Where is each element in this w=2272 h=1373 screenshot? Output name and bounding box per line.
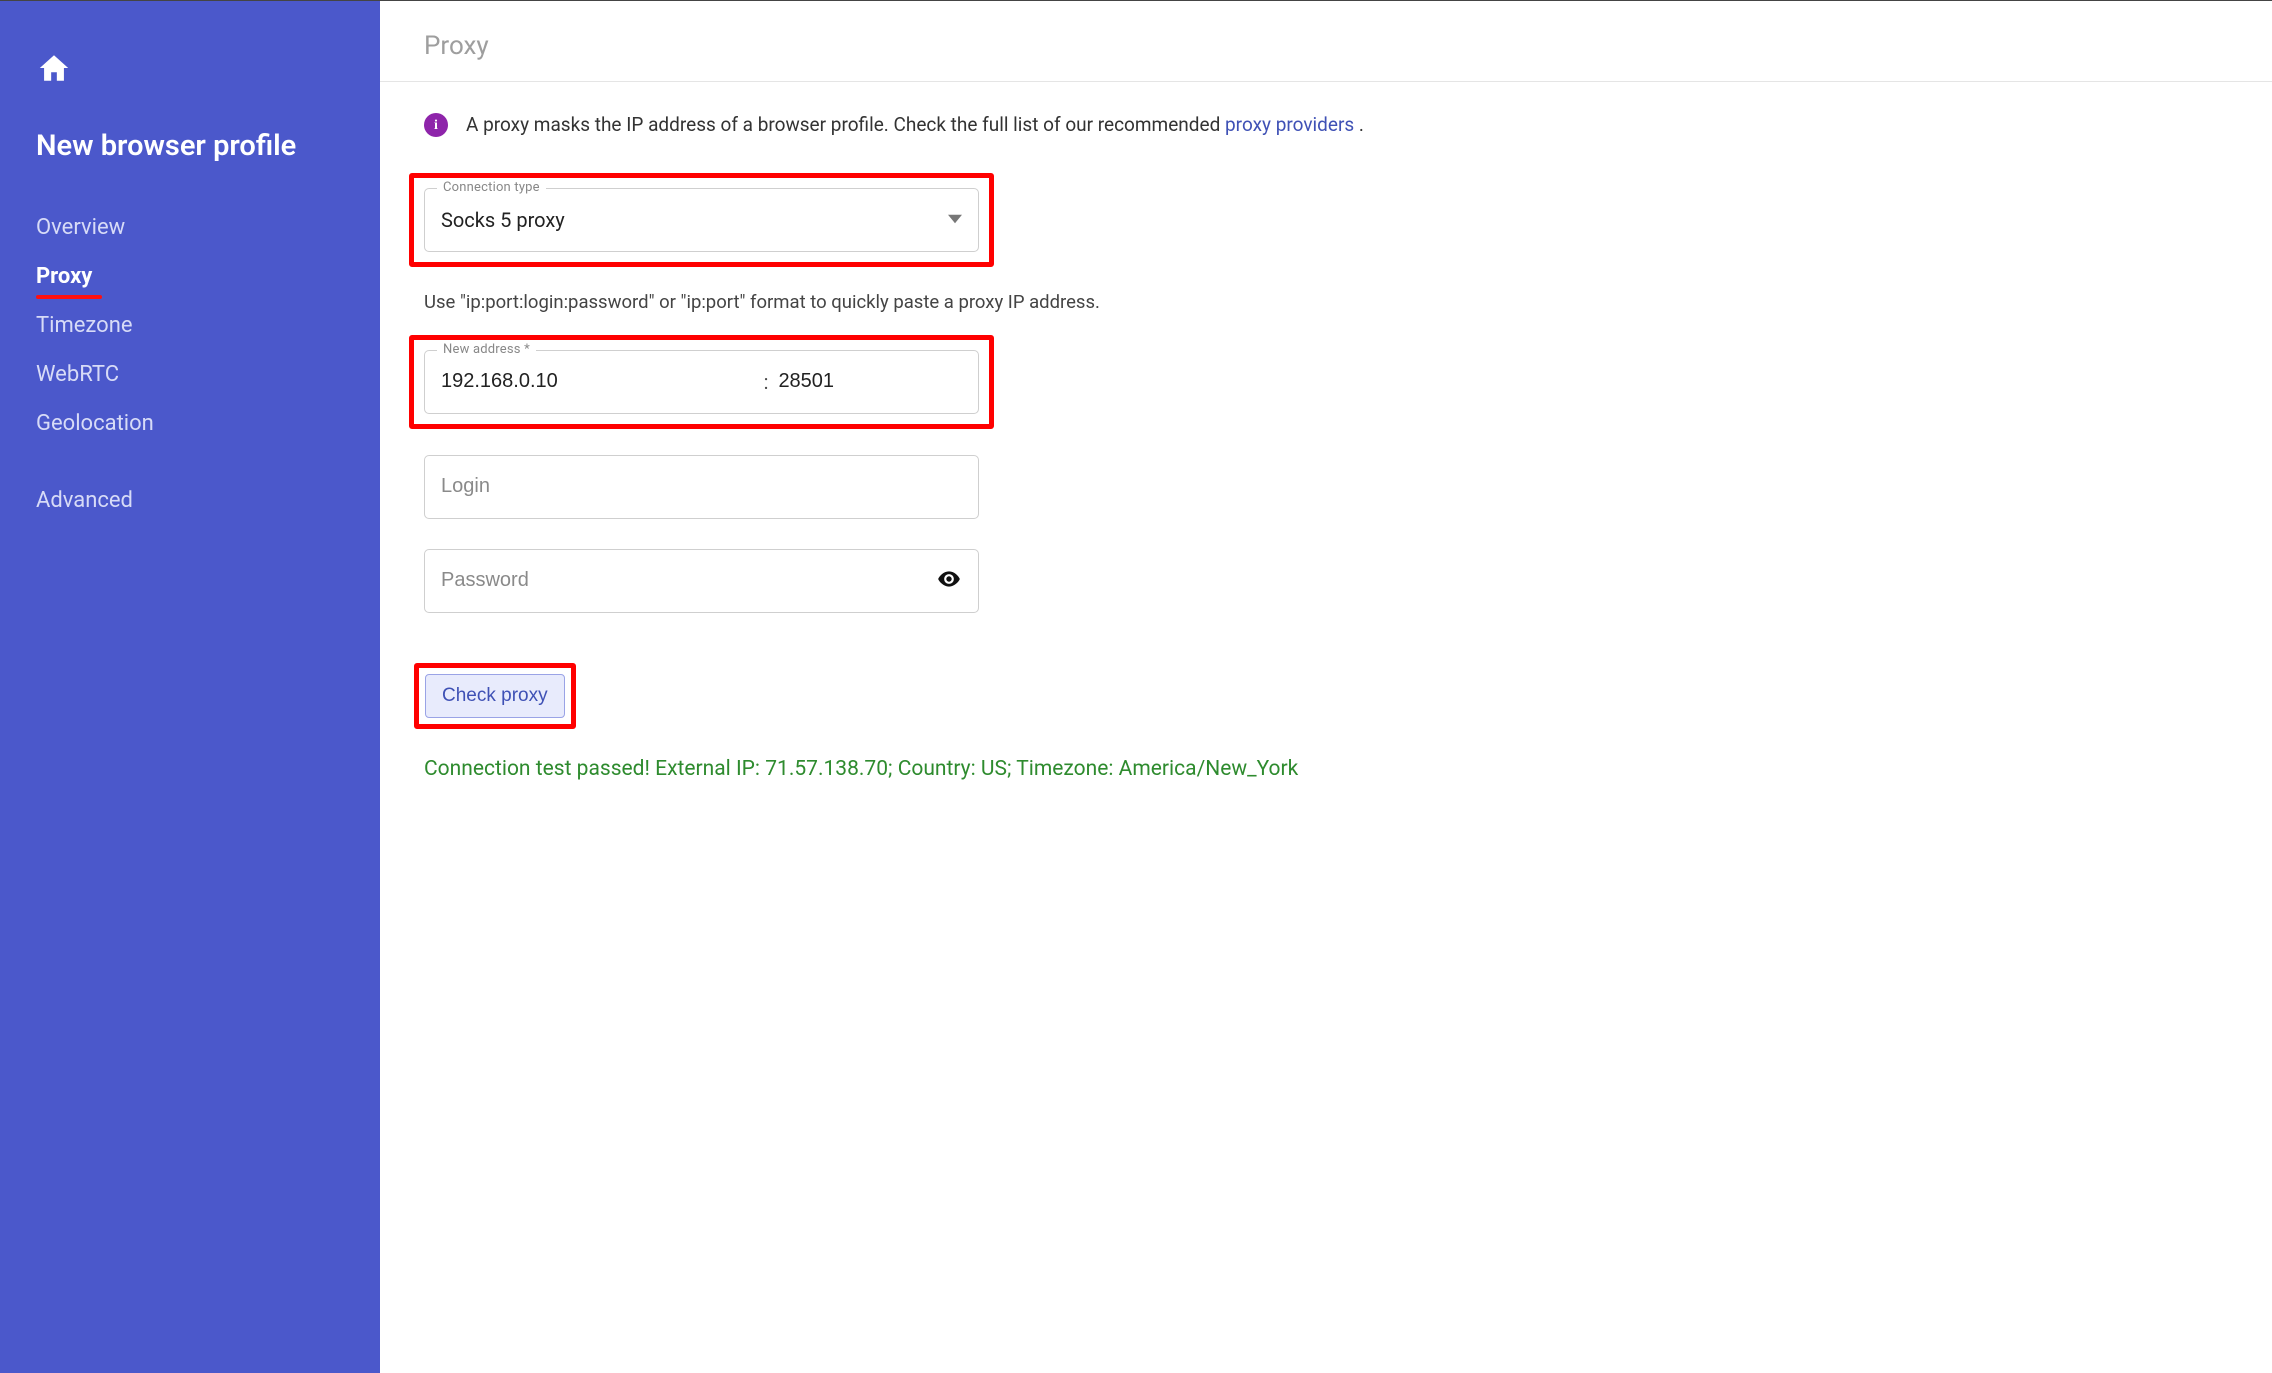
login-input[interactable] [441,475,962,498]
home-icon [36,51,72,85]
sidebar-item-proxy[interactable]: Proxy [36,252,92,301]
sidebar-item-label: Overview [36,215,125,240]
check-proxy-label: Check proxy [442,685,548,706]
info-trailing: . [1354,113,1364,136]
annotation-box-connection-type: Connection type Socks 5 proxy [409,173,994,267]
ip-input[interactable] [441,370,754,393]
sidebar-item-overview[interactable]: Overview [36,203,125,252]
toggle-password-visibility[interactable] [936,566,962,596]
password-input[interactable] [441,569,936,592]
page-title: New browser profile [36,129,344,163]
new-address-label: New address * [437,342,536,357]
home-link[interactable] [36,51,344,89]
sidebar-item-label: Advanced [36,488,133,513]
info-message: A proxy masks the IP address of a browse… [466,113,1225,136]
info-row: i A proxy masks the IP address of a brow… [424,112,1436,139]
info-icon: i [424,113,448,137]
connection-type-select[interactable]: Connection type Socks 5 proxy [424,188,979,252]
sidebar-item-geolocation[interactable]: Geolocation [36,399,154,448]
sidebar-item-label: Timezone [36,313,133,338]
password-field[interactable] [424,549,979,613]
ip-port-separator: : [760,370,773,394]
connection-type-value: Socks 5 proxy [441,208,948,232]
connection-type-label: Connection type [437,180,546,195]
paste-format-hint: Use "ip:port:login:password" or "ip:port… [424,291,1124,313]
sidebar-item-webrtc[interactable]: WebRTC [36,350,119,399]
eye-icon [936,566,962,592]
section-header: Proxy [380,1,2272,82]
sidebar-nav: Overview Proxy Timezone WebRTC Geolocati… [36,203,344,525]
sidebar-item-label: Proxy [36,264,92,289]
sidebar-item-timezone[interactable]: Timezone [36,301,133,350]
annotation-box-check-proxy: Check proxy [414,663,576,729]
sidebar-item-advanced[interactable]: Advanced [36,476,133,525]
proxy-providers-link[interactable]: proxy providers [1225,113,1354,136]
section-title: Proxy [424,31,489,61]
new-address-field[interactable]: New address * : [424,350,979,414]
check-proxy-button[interactable]: Check proxy [425,674,565,718]
sidebar-item-label: WebRTC [36,362,119,387]
sidebar-item-label: Geolocation [36,411,154,436]
annotation-box-address: New address * : [409,335,994,429]
info-text: A proxy masks the IP address of a browse… [466,112,1364,139]
chevron-down-icon [948,212,962,228]
main-content: Proxy i A proxy masks the IP address of … [380,1,2272,1373]
connection-test-result: Connection test passed! External IP: 71.… [424,755,1436,784]
sidebar: New browser profile Overview Proxy Timez… [0,1,380,1373]
login-field[interactable] [424,455,979,519]
port-input[interactable] [778,370,962,393]
